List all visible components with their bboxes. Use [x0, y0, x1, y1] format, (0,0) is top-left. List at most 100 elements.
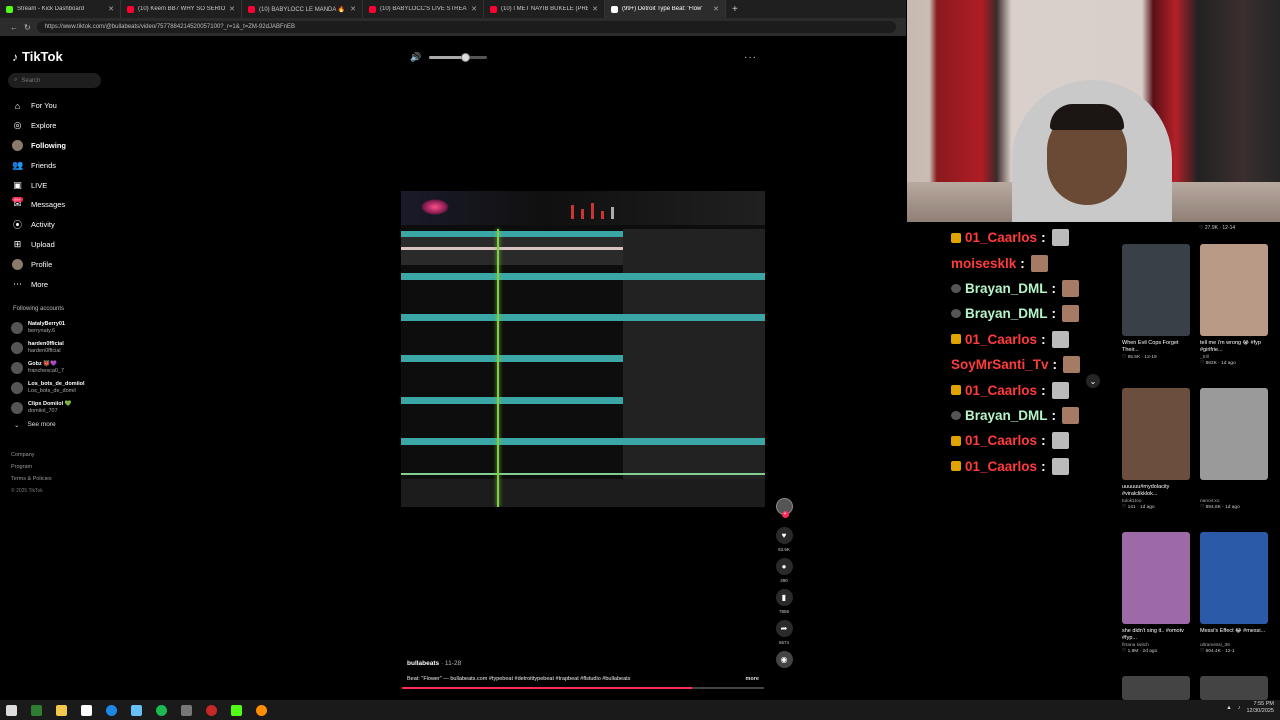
video-thumbnail[interactable]: [1122, 676, 1190, 700]
creator-avatar-action[interactable]: +: [773, 498, 795, 518]
chat-username[interactable]: 01_Caarlos: [965, 383, 1037, 398]
steam-icon[interactable]: [131, 704, 142, 716]
chat-username[interactable]: moisesklk: [951, 256, 1016, 271]
chat-username[interactable]: Brayan_DML: [965, 408, 1048, 423]
notepad-icon[interactable]: [81, 704, 92, 716]
volume-knob[interactable]: [461, 53, 471, 62]
volume-icon[interactable]: 🔊: [410, 52, 421, 63]
video-player[interactable]: [401, 191, 765, 507]
more-options-icon[interactable]: ···: [744, 52, 757, 63]
sidebar-item-live[interactable]: ▣ LIVE: [12, 175, 132, 195]
video-card-author[interactable]: _trill: [1200, 355, 1268, 360]
footer-terms[interactable]: Terms & Policies: [11, 473, 52, 485]
video-thumbnail[interactable]: [1122, 532, 1190, 624]
bookmark-icon[interactable]: ▮: [775, 589, 793, 606]
video-card-author[interactable]: ultramessi_36: [1200, 643, 1268, 648]
video-thumbnail[interactable]: [1122, 388, 1190, 480]
close-icon[interactable]: ✕: [592, 5, 598, 13]
sidebar-item-profile[interactable]: Profile: [12, 254, 132, 274]
video-card[interactable]: nanoir.xo ♡ 894.6K · 1d ago: [1200, 388, 1268, 510]
chat-username[interactable]: 01_Caarlos: [965, 433, 1037, 448]
sidebar-item-explore[interactable]: ◎ Explore: [12, 116, 132, 136]
sidebar-item-messages[interactable]: ✉ 99+ Messages: [12, 195, 132, 215]
bookmark-action[interactable]: ▮ 7856: [773, 589, 795, 614]
video-thumbnail[interactable]: [1200, 532, 1268, 624]
sidebar-item-friends[interactable]: 👥 Friends: [12, 155, 132, 175]
tool-icon[interactable]: [181, 704, 192, 716]
video-card[interactable]: [1122, 676, 1190, 700]
comment-action[interactable]: ● 490: [773, 558, 795, 583]
video-card[interactable]: uuuuuu#mydolacity #viralclikklok... tulok…: [1122, 388, 1190, 510]
sound-disc[interactable]: ◉: [773, 651, 795, 668]
chat-username[interactable]: 01_Caarlos: [965, 230, 1037, 245]
see-more-link[interactable]: ⌄ See more: [14, 421, 56, 429]
follow-plus-icon[interactable]: +: [781, 511, 789, 518]
browser-tab[interactable]: (10) BABYLOCC LE MANDA 🔥🔥 ✕: [242, 0, 363, 18]
windows-start-icon[interactable]: [6, 704, 17, 716]
fl-studio-icon[interactable]: [256, 704, 267, 716]
video-thumbnail[interactable]: [1200, 388, 1268, 480]
sidebar-item-following[interactable]: Following: [12, 136, 132, 156]
chrome-icon[interactable]: [106, 704, 117, 716]
video-card[interactable]: When Evil Cops Forget Their... ♡ 65.5K · …: [1122, 244, 1190, 360]
sidebar-item-more[interactable]: ⋯ More: [12, 274, 132, 294]
close-icon[interactable]: ✕: [108, 5, 114, 13]
close-icon[interactable]: ✕: [350, 5, 356, 13]
browser-tab[interactable]: (99+) Detroit Type Beat: 'Flow' ✕: [605, 0, 726, 18]
video-card[interactable]: [1200, 676, 1268, 700]
tiktok-logo[interactable]: ♪ TikTok: [12, 49, 63, 64]
browser-tab[interactable]: (10) I MET NAYIB BUKELE (PRESID ✕: [484, 0, 605, 18]
music-disc-icon[interactable]: ◉: [775, 651, 793, 668]
sidebar-item-activity[interactable]: ⦿ Activity: [12, 215, 132, 235]
chat-username[interactable]: Brayan_DML: [965, 306, 1048, 321]
caption-author[interactable]: bullabeats · 11-28: [407, 660, 759, 667]
volume-slider[interactable]: [429, 53, 488, 62]
speaker-icon[interactable]: ♪: [1238, 705, 1241, 711]
video-thumbnail[interactable]: [1122, 244, 1190, 336]
url-field[interactable]: https://www.tiktok.com/@bullabeats/video…: [36, 21, 896, 33]
more-link[interactable]: more: [746, 676, 759, 682]
chat-username[interactable]: SoyMrSanti_Tv: [951, 357, 1049, 372]
heart-action[interactable]: ♥ 53.5K: [773, 527, 795, 552]
video-thumbnail[interactable]: [1200, 244, 1268, 336]
video-card[interactable]: she didn't sing it.. #omotv #fyp... firta…: [1122, 532, 1190, 654]
chat-username[interactable]: Brayan_DML: [965, 281, 1048, 296]
following-account[interactable]: Clips Domiiol 💚 domiiol_707: [11, 398, 111, 418]
clock[interactable]: 7:55 PM 12/30/2025: [1246, 701, 1274, 715]
search-input[interactable]: ⌕ Search: [8, 73, 101, 88]
chevron-down-icon[interactable]: ⌄: [1086, 374, 1100, 388]
video-card-author[interactable]: nanoir.xo: [1200, 499, 1268, 504]
video-card[interactable]: Messi's Effect 😂 #messi... ultramessi_36 ♡…: [1200, 532, 1268, 654]
footer-company[interactable]: Company: [11, 449, 52, 461]
kick-icon[interactable]: [231, 704, 242, 716]
browser-tab[interactable]: (10) BABYLOCC'S LIVE STREAM R ✕: [363, 0, 484, 18]
close-icon[interactable]: ✕: [471, 5, 477, 13]
back-icon[interactable]: ←: [10, 23, 18, 32]
chat-username[interactable]: 01_Caarlos: [965, 459, 1037, 474]
video-card-author[interactable]: tulok1too: [1122, 499, 1190, 504]
video-card-author[interactable]: firtana twitch: [1122, 643, 1190, 648]
folder-icon[interactable]: [56, 704, 67, 716]
following-account[interactable]: Gobz 👹💜 franchesca0_7: [11, 358, 111, 378]
new-tab-icon[interactable]: +: [726, 4, 744, 15]
close-icon[interactable]: ✕: [229, 5, 235, 13]
browser-tab[interactable]: Stream - Kick Dashboard ✕: [0, 0, 121, 18]
chat-username[interactable]: 01_Caarlos: [965, 332, 1037, 347]
app-icon[interactable]: [31, 704, 42, 716]
following-account[interactable]: NatalyBerry01 berrynaty.6: [11, 318, 111, 338]
video-card[interactable]: tell me i'm wrong 😭 #fyp #girlfrie... _tr…: [1200, 244, 1268, 366]
close-icon[interactable]: ✕: [713, 5, 719, 13]
video-progress[interactable]: [402, 687, 764, 689]
following-account[interactable]: harden0fficial harden0fficial: [11, 338, 111, 358]
reload-icon[interactable]: ↻: [24, 23, 31, 32]
volume-control[interactable]: 🔊: [410, 52, 488, 63]
creator-avatar[interactable]: +: [775, 498, 793, 518]
sidebar-item-upload[interactable]: ⊞ Upload: [12, 235, 132, 255]
wifi-icon[interactable]: ▲: [1226, 705, 1231, 711]
obs-icon[interactable]: [206, 704, 217, 716]
video-thumbnail[interactable]: [1200, 676, 1268, 700]
heart-icon[interactable]: ♥: [775, 527, 793, 544]
footer-program[interactable]: Program: [11, 461, 52, 473]
comment-icon[interactable]: ●: [775, 558, 793, 575]
browser-tab[interactable]: (10) Keem BB7 WHY SO SERIOUS ✕: [121, 0, 242, 18]
